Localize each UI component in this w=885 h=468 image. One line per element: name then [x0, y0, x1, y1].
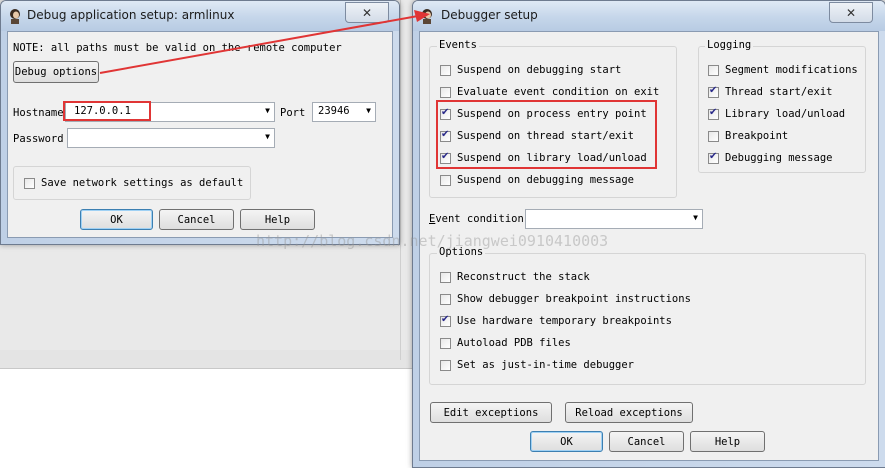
ida-app-icon [10, 9, 20, 24]
password-label: Password [13, 133, 64, 145]
event-option-checkbox[interactable] [440, 87, 451, 98]
reload-exceptions-button[interactable]: Reload exceptions [565, 402, 693, 423]
chevron-down-icon[interactable]: ▼ [265, 132, 270, 141]
debug-option-label: Use hardware temporary breakpoints [457, 315, 672, 327]
debug-option-checkbox[interactable] [440, 294, 451, 305]
logging-option-checkbox[interactable] [708, 107, 719, 120]
logging-option-checkbox[interactable] [708, 85, 719, 98]
close-icon[interactable]: ✕ [829, 2, 873, 23]
logging-option-label: Segment modifications [725, 64, 858, 76]
events-group-title: Events [437, 39, 479, 51]
event-option-checkbox[interactable] [440, 65, 451, 76]
port-combo[interactable]: 23946 ▼ [312, 102, 376, 122]
annotation-hostname-box [63, 101, 151, 121]
logging-option-checkbox[interactable] [708, 65, 719, 76]
event-option-checkbox[interactable] [440, 151, 451, 164]
logging-option-label: Debugging message [725, 152, 833, 164]
logging-option-checkbox[interactable] [708, 131, 719, 142]
event-option-label: Suspend on thread start/exit [457, 130, 635, 142]
debug-application-setup-dialog: Debug application setup: armlinux ✕ NOTE… [0, 0, 400, 245]
debug-option-checkbox[interactable] [440, 314, 451, 327]
ida-app-icon [422, 9, 432, 24]
event-condition-combo[interactable]: ▼ [525, 209, 703, 229]
debug-options-button[interactable]: Debug options [13, 61, 99, 83]
help-button[interactable]: Help [690, 431, 765, 452]
debug-option-label: Set as just-in-time debugger [457, 359, 635, 371]
dialog-title: Debug application setup: armlinux [27, 8, 235, 22]
logging-option-checkbox[interactable] [708, 151, 719, 164]
event-option-checkbox[interactable] [440, 107, 451, 120]
event-option-label: Suspend on process entry point [457, 108, 647, 120]
debug-option-label: Reconstruct the stack [457, 271, 590, 283]
logging-option-label: Thread start/exit [725, 86, 833, 98]
hostname-label: Hostname [13, 107, 64, 119]
event-condition-rest: vent condition [435, 213, 524, 225]
port-value: 23946 [318, 105, 350, 117]
event-option-checkbox[interactable] [440, 129, 451, 142]
debug-option-checkbox[interactable] [440, 360, 451, 371]
close-icon[interactable]: ✕ [345, 2, 389, 23]
help-button[interactable]: Help [240, 209, 315, 230]
background-divider [400, 0, 401, 360]
debug-option-checkbox[interactable] [440, 338, 451, 349]
event-option-label: Suspend on debugging start [457, 64, 622, 76]
port-label: Port [280, 107, 306, 119]
save-default-label: Save network settings as default [41, 177, 244, 189]
event-option-label: Suspend on debugging message [457, 174, 635, 186]
event-option-checkbox[interactable] [440, 175, 451, 186]
dialog-title: Debugger setup [441, 8, 538, 22]
debug-option-label: Autoload PDB files [457, 337, 571, 349]
logging-group-title: Logging [705, 39, 754, 51]
logging-option-label: Library load/unload [725, 108, 846, 120]
note-text: NOTE: all paths must be valid on the rem… [13, 42, 342, 54]
debug-option-label: Show debugger breakpoint instructions [457, 293, 691, 305]
watermark: http://blog.csdn.net/jiangwei0910410003 [256, 232, 609, 250]
chevron-down-icon[interactable]: ▼ [265, 106, 270, 115]
chevron-down-icon[interactable]: ▼ [693, 213, 698, 222]
debug-option-checkbox[interactable] [440, 272, 451, 283]
password-combo[interactable]: ▼ [67, 128, 275, 148]
edit-exceptions-button[interactable]: Edit exceptions [430, 402, 552, 423]
event-option-label: Suspend on library load/unload [457, 152, 647, 164]
chevron-down-icon[interactable]: ▼ [366, 106, 371, 115]
save-default-checkbox[interactable] [24, 178, 35, 189]
event-option-label: Evaluate event condition on exit [457, 86, 660, 98]
cancel-button[interactable]: Cancel [609, 431, 684, 452]
background-strip [0, 350, 420, 369]
ok-button[interactable]: OK [80, 209, 153, 230]
cancel-button[interactable]: Cancel [159, 209, 234, 230]
logging-option-label: Breakpoint [725, 130, 789, 142]
ok-button[interactable]: OK [530, 431, 603, 452]
event-condition-label: Event condition [429, 213, 524, 225]
